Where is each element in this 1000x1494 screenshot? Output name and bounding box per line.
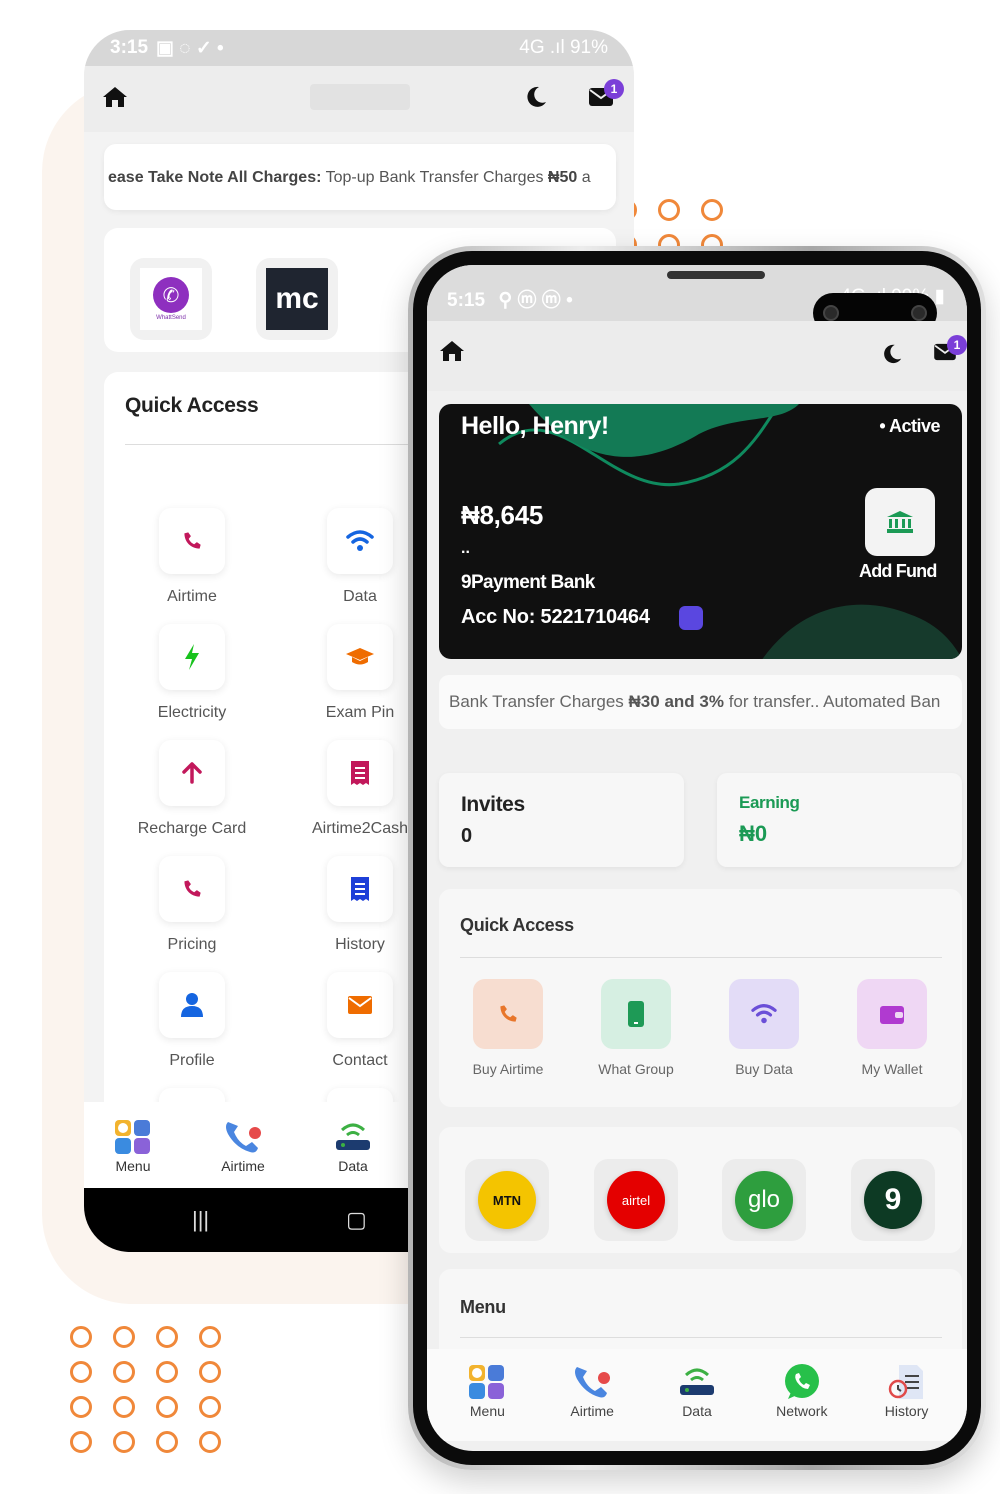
status-time: 5:15 xyxy=(447,290,486,311)
earning-card[interactable]: Earning ₦0 xyxy=(717,773,962,867)
status-bar: 3:15 ▣ ◌ ✓ • 4G .ıl 91% xyxy=(84,30,634,66)
network-glo[interactable]: glo xyxy=(722,1159,806,1241)
home-icon[interactable] xyxy=(102,85,128,114)
phone-icon xyxy=(184,532,201,549)
account-number: Acc No: 5221710464 xyxy=(461,606,650,628)
network-providers: MTN airtel glo 9 xyxy=(439,1127,962,1253)
quick-item-buy-data[interactable]: Buy Data xyxy=(699,979,829,1077)
greeting: Hello, Henry! xyxy=(461,412,609,440)
graduation-cap-icon xyxy=(346,648,374,665)
quick-item-profile[interactable]: Profile xyxy=(112,972,272,1070)
wifi-icon xyxy=(346,530,374,551)
earpiece xyxy=(667,271,765,279)
mail-badge: 1 xyxy=(947,335,967,355)
wallet-balance: ₦8,645 xyxy=(461,500,544,530)
app-header: 1 xyxy=(427,321,967,391)
app-header: 1 xyxy=(84,66,634,132)
menu-grid-icon xyxy=(115,1120,150,1154)
history-doc-icon xyxy=(888,1365,923,1399)
whatsapp-icon: ✆ xyxy=(153,277,189,313)
airtime-phone-icon xyxy=(575,1367,611,1398)
data-router-icon xyxy=(336,1123,370,1150)
nav-history[interactable]: History xyxy=(857,1363,957,1441)
envelope-icon xyxy=(348,996,372,1014)
recent-apps-button[interactable]: ||| xyxy=(192,1207,209,1233)
wallet-icon xyxy=(880,1006,904,1024)
nav-data[interactable]: Data xyxy=(647,1363,747,1441)
mc-logo-tile[interactable]: mc xyxy=(256,258,338,340)
bank-icon xyxy=(887,511,913,533)
quick-item-what-group[interactable]: What Group xyxy=(571,979,701,1077)
quick-access-panel: Quick Access Buy Airtime What Group Buy … xyxy=(439,889,962,1107)
status-icons: ⚲ ⓜ ⓜ • xyxy=(498,290,573,311)
header-placeholder xyxy=(310,84,410,110)
network-mtn[interactable]: MTN xyxy=(465,1159,549,1241)
front-phone-frame: 5:15 ⚲ ⓜ ⓜ • 4G .ıl 99% ▮ 1 xyxy=(408,246,986,1470)
nav-data[interactable]: Data xyxy=(298,1102,408,1188)
invites-card[interactable]: Invites 0 xyxy=(439,773,684,867)
user-icon xyxy=(181,993,203,1017)
menu-grid-icon xyxy=(469,1365,505,1399)
add-fund-label[interactable]: Add Fund xyxy=(859,561,937,582)
arrow-up-icon xyxy=(182,762,202,784)
home-button[interactable]: ▢ xyxy=(346,1207,367,1233)
charges-notice: Bank Transfer Charges ₦30 and 3% for tra… xyxy=(439,675,962,729)
network-airtel[interactable]: airtel xyxy=(594,1159,678,1241)
mail-icon[interactable]: 1 xyxy=(933,335,967,370)
bank-name: 9Payment Bank xyxy=(461,572,595,593)
quick-item-airtime[interactable]: Airtime xyxy=(112,508,272,606)
status-time: 3:15 xyxy=(110,37,149,58)
nav-airtime[interactable]: Airtime xyxy=(188,1102,298,1188)
mail-badge: 1 xyxy=(604,78,624,99)
receipt-icon xyxy=(351,761,369,785)
wifi-icon xyxy=(751,1004,777,1024)
quick-item-my-wallet[interactable]: My Wallet xyxy=(827,979,957,1077)
add-fund-button[interactable] xyxy=(865,488,935,556)
status-icons: ▣ ◌ ✓ • xyxy=(156,37,224,59)
phone-icon xyxy=(184,880,201,897)
nav-menu[interactable]: Menu xyxy=(437,1363,537,1441)
dark-mode-icon[interactable] xyxy=(881,343,903,370)
quick-item-recharge-card[interactable]: Recharge Card xyxy=(112,740,272,838)
quick-access-title: Quick Access xyxy=(460,915,574,935)
quick-item-buy-airtime[interactable]: Buy Airtime xyxy=(443,979,573,1077)
quick-item-electricity[interactable]: Electricity xyxy=(112,624,272,722)
nav-menu[interactable]: Menu xyxy=(84,1102,188,1188)
mobile-icon xyxy=(628,1001,644,1027)
front-phone-screen: 5:15 ⚲ ⓜ ⓜ • 4G .ıl 99% ▮ 1 xyxy=(427,265,967,1451)
menu-title: Menu xyxy=(460,1297,506,1317)
whattsend-logo-tile[interactable]: ✆ WhattSend xyxy=(130,258,212,340)
quick-access-title: Quick Access xyxy=(125,394,259,417)
decorative-dots-bottom xyxy=(70,1326,221,1453)
copy-icon[interactable] xyxy=(679,606,703,630)
bolt-icon xyxy=(185,644,199,670)
charges-notice: ease Take Note All Charges: Top-up Bank … xyxy=(104,144,616,210)
status-right: 4G .ıl 91% xyxy=(519,37,608,58)
nav-airtime[interactable]: Airtime xyxy=(542,1363,642,1441)
phone-icon xyxy=(500,1005,517,1022)
quick-item-pricing[interactable]: Pricing xyxy=(112,856,272,954)
network-9mobile[interactable]: 9 xyxy=(851,1159,935,1241)
airtime-phone-icon xyxy=(226,1122,261,1153)
nav-network[interactable]: Network xyxy=(752,1363,852,1441)
bottom-nav: Menu Airtime Data Network History xyxy=(427,1349,967,1441)
whatsapp-icon xyxy=(784,1364,819,1399)
data-router-icon xyxy=(679,1368,714,1395)
account-status: • Active xyxy=(879,416,940,436)
home-icon[interactable] xyxy=(439,341,465,367)
balance-toggle[interactable]: .. xyxy=(461,540,470,558)
dark-mode-icon[interactable] xyxy=(524,85,548,114)
receipt-icon xyxy=(351,877,369,901)
mail-icon[interactable]: 1 xyxy=(588,78,624,112)
wallet-card: Hello, Henry! • Active ₦8,645 .. 9Paymen… xyxy=(439,404,962,659)
